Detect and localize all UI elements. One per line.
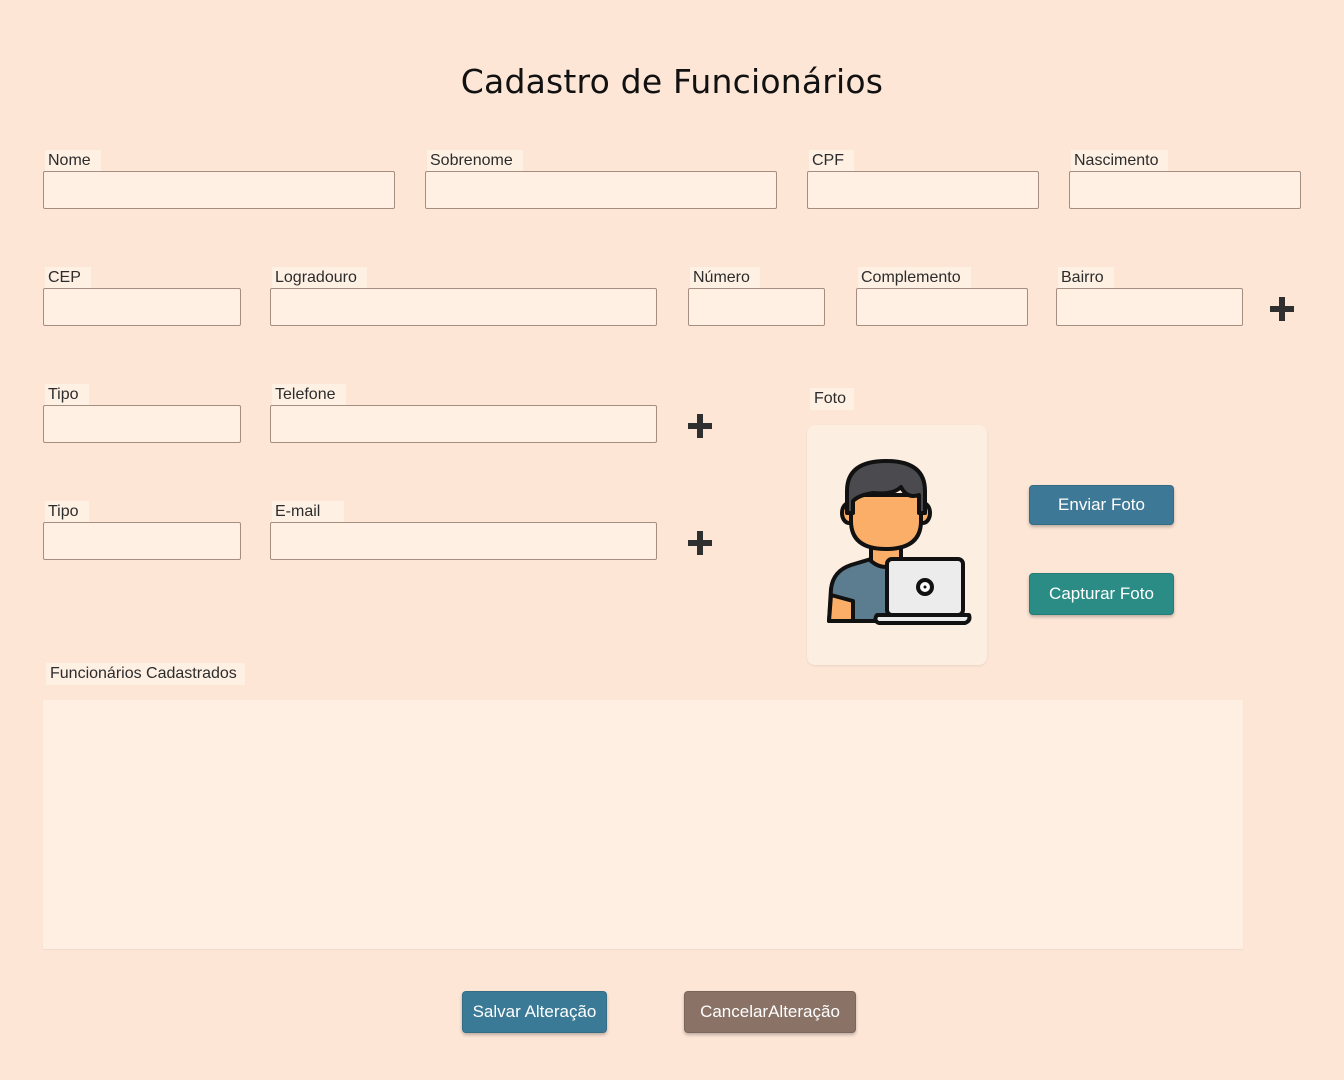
complemento-input[interactable] — [856, 288, 1028, 326]
send-photo-button[interactable]: Enviar Foto — [1029, 485, 1174, 525]
nome-label: Nome — [45, 150, 101, 171]
sobrenome-input[interactable] — [425, 171, 777, 209]
employees-list-label: Funcionários Cadastrados — [46, 663, 245, 685]
employees-table[interactable] — [43, 700, 1243, 949]
add-address-plus-icon[interactable] — [1270, 297, 1294, 321]
user-with-laptop-icon — [827, 459, 972, 625]
photo-preview — [807, 425, 987, 665]
cep-input[interactable] — [43, 288, 241, 326]
cpf-input[interactable] — [807, 171, 1039, 209]
capture-photo-button[interactable]: Capturar Foto — [1029, 573, 1174, 615]
complemento-label: Complemento — [858, 267, 971, 288]
telefone-input[interactable] — [270, 405, 657, 443]
add-email-plus-icon[interactable] — [688, 531, 712, 555]
nome-input[interactable] — [43, 171, 395, 209]
cpf-label: CPF — [809, 150, 854, 171]
nascimento-label: Nascimento — [1071, 150, 1169, 171]
photo-label: Foto — [810, 388, 855, 410]
bairro-input[interactable] — [1056, 288, 1243, 326]
email-type-input[interactable] — [43, 522, 241, 560]
bairro-label: Bairro — [1058, 267, 1114, 288]
phone-type-label: Tipo — [45, 384, 89, 405]
phone-type-input[interactable] — [43, 405, 241, 443]
email-input[interactable] — [270, 522, 657, 560]
sobrenome-label: Sobrenome — [427, 150, 523, 171]
logradouro-input[interactable] — [270, 288, 657, 326]
cep-label: CEP — [45, 267, 91, 288]
cancel-changes-button[interactable]: CancelarAlteração — [684, 991, 856, 1033]
numero-label: Número — [690, 267, 760, 288]
page-title: Cadastro de Funcionários — [460, 62, 884, 101]
numero-input[interactable] — [688, 288, 825, 326]
telefone-label: Telefone — [272, 384, 346, 405]
add-phone-plus-icon[interactable] — [688, 414, 712, 438]
email-label: E-mail — [272, 501, 345, 522]
nascimento-input[interactable] — [1069, 171, 1301, 209]
save-changes-button[interactable]: Salvar Alteração — [462, 991, 607, 1033]
logradouro-label: Logradouro — [272, 267, 367, 288]
email-type-label: Tipo — [45, 501, 89, 522]
